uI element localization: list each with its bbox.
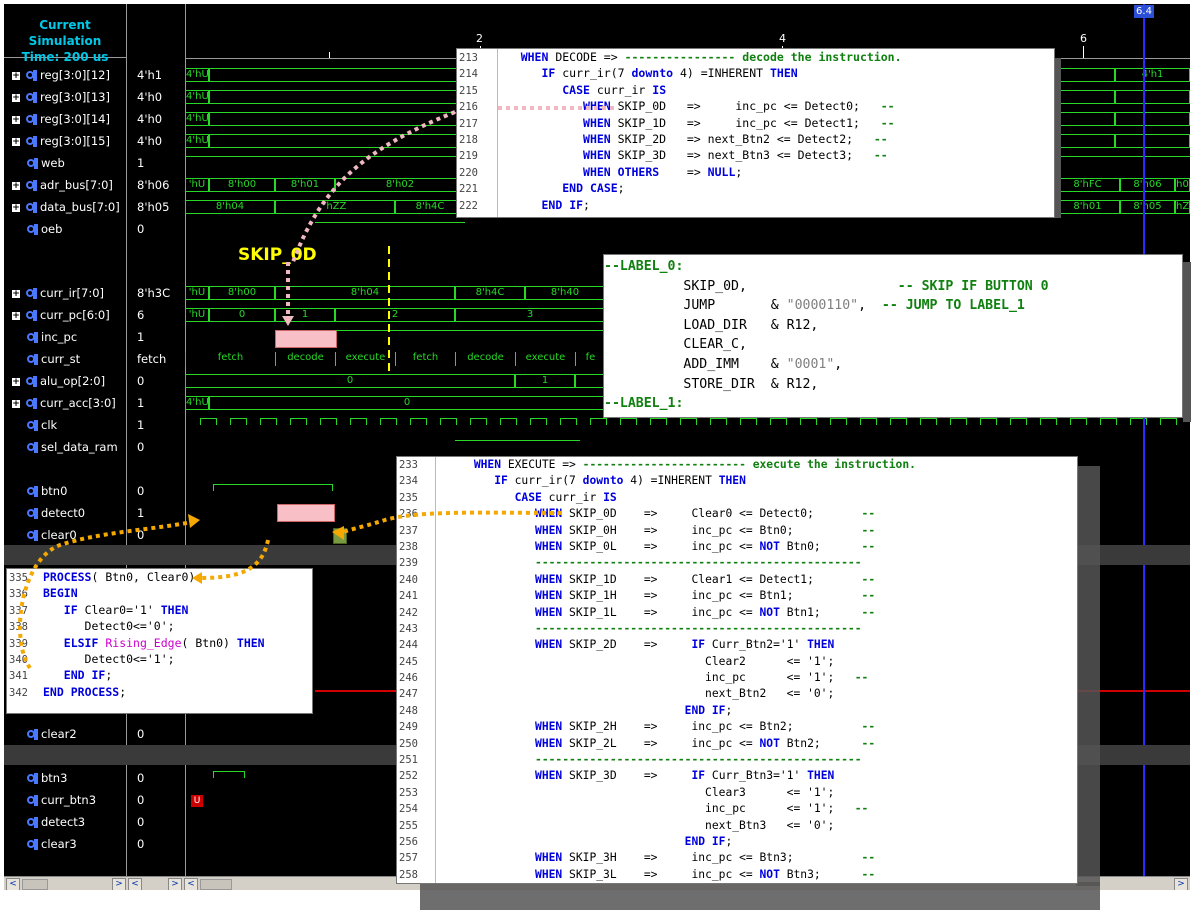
btn-arrow xyxy=(18,520,193,670)
detect-arrow xyxy=(199,539,270,580)
skip-arrow-head xyxy=(282,316,294,326)
skip-arrow-dotted xyxy=(291,110,456,263)
clear-arrow xyxy=(338,510,563,536)
btn-arrow-head xyxy=(188,514,200,528)
annotation-arrows xyxy=(18,106,615,670)
detect-arrow-head xyxy=(192,572,202,584)
clear-arrow-head xyxy=(332,526,344,540)
